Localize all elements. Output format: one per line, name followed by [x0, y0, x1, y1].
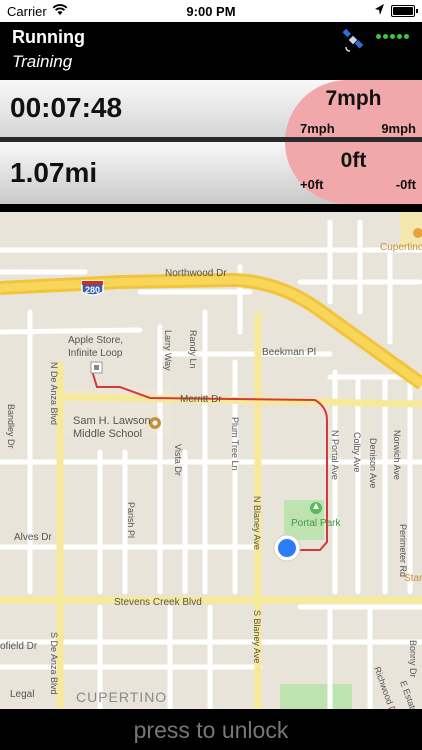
- label-de-anza-s: S De Anza Blvd: [49, 632, 59, 695]
- label-s-blaney: S Blaney Ave: [252, 610, 262, 663]
- label-school-name: Sam H. Lawson: [73, 415, 151, 427]
- status-bar: Carrier 9:00 PM: [0, 0, 422, 22]
- label-apple-store: Apple Store,: [68, 335, 123, 346]
- label-alves: Alves Dr: [14, 532, 52, 543]
- app-header: Running Training: [0, 22, 422, 80]
- park-marker-icon: [310, 502, 322, 514]
- highway-shield-label: 280: [85, 285, 100, 295]
- map-canvas[interactable]: 280 Northwood Dr Apple Store, Infinite L…: [0, 212, 422, 709]
- activity-title: Running: [12, 27, 85, 47]
- label-vista: Vista Dr: [173, 444, 183, 476]
- distance-value: 1.07mi: [10, 157, 98, 188]
- pace-max: 9mph: [381, 121, 416, 136]
- label-cupertino-city: CUPERTINO: [76, 689, 167, 705]
- current-location-marker: [273, 534, 301, 562]
- label-school-type: Middle School: [73, 428, 142, 440]
- route-map[interactable]: 280 Northwood Dr Apple Store, Infinite L…: [0, 212, 422, 709]
- label-n-blaney: N Blaney Ave: [252, 496, 262, 550]
- label-parish: Parish Pl: [126, 502, 136, 538]
- label-randy-ln: Randy Ln: [188, 330, 198, 369]
- gps-signal-indicator: [376, 34, 409, 39]
- label-northwood: Northwood Dr: [165, 268, 227, 279]
- pace-min: 7mph: [300, 121, 335, 136]
- label-larry-way: Larry Way: [163, 330, 173, 371]
- label-ofield: ofield Dr: [0, 641, 38, 652]
- school-marker-icon: [149, 417, 161, 429]
- label-denison: Denison Ave: [368, 438, 378, 488]
- label-bandley: Bandley Dr: [6, 404, 16, 449]
- label-star: Star: [404, 573, 422, 584]
- elevation-current: 0ft: [340, 149, 367, 172]
- label-portal-park: Portal Park: [291, 518, 341, 529]
- apple-store-marker-icon: [90, 361, 103, 374]
- clock: 9:00 PM: [186, 4, 236, 19]
- label-norwich: Norwich Ave: [392, 430, 402, 480]
- label-de-anza-n: N De Anza Blvd: [49, 362, 59, 425]
- separator: [0, 204, 422, 212]
- elapsed-time: 00:07:48: [10, 92, 123, 123]
- label-stevens-creek: Stevens Creek Blvd: [114, 597, 202, 608]
- elevation-gain: +0ft: [300, 177, 324, 192]
- label-merritt: Merritt Dr: [180, 394, 222, 405]
- label-plum-tree: Plum Tree Ln: [230, 417, 240, 471]
- stats-panel: 00:07:48 1.07mi 7mph 7mph 9mph 0ft +0ft …: [0, 80, 422, 204]
- unlock-bar[interactable]: press to unlock: [0, 709, 422, 750]
- label-beekman: Beekman Pl: [262, 347, 316, 358]
- label-n-portal: N Portal Ave: [330, 430, 340, 480]
- elevation-loss: -0ft: [395, 177, 416, 192]
- label-cupertino-poi: Cupertino: [380, 242, 422, 253]
- battery-icon: [391, 5, 418, 17]
- map-legal-link[interactable]: Legal: [10, 689, 34, 700]
- activity-subtitle: Training: [12, 52, 73, 71]
- label-bonny: Bonny Dr: [408, 640, 418, 678]
- unlock-label[interactable]: press to unlock: [0, 717, 422, 744]
- label-perimeter: Perimeter Rd: [398, 524, 408, 577]
- park-area-bottom: [280, 684, 352, 709]
- pace-current: 7mph: [325, 87, 382, 110]
- location-arrow-icon: [374, 3, 385, 19]
- label-colby: Colby Ave: [352, 432, 362, 472]
- label-infinite-loop: Infinite Loop: [68, 348, 123, 359]
- gps-satellite-icon: [340, 27, 366, 58]
- pace-elevation-panel: 7mph 7mph 9mph 0ft +0ft -0ft: [285, 80, 422, 204]
